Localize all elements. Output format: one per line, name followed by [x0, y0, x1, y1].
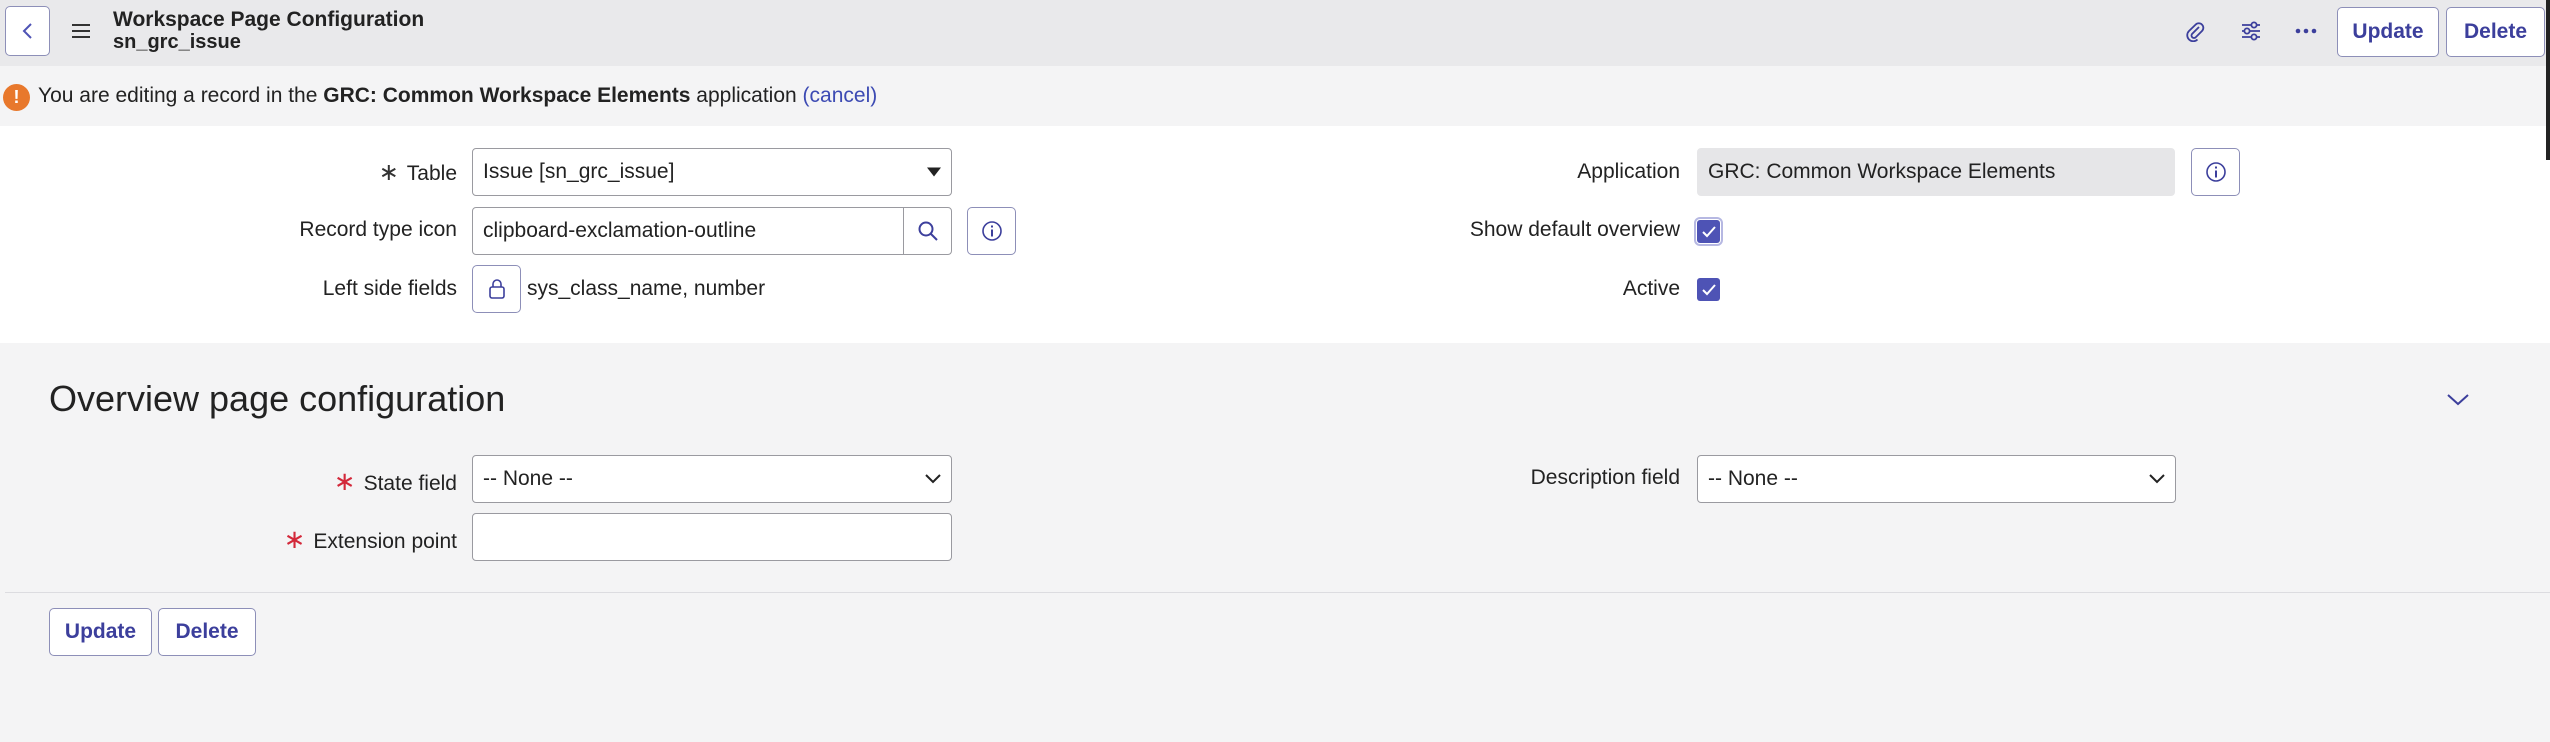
show-default-overview-checkbox[interactable]: [1694, 217, 1723, 246]
application-info-button[interactable]: [2191, 148, 2240, 196]
hamburger-menu-icon[interactable]: [70, 20, 92, 42]
table-label: ∗ Table: [378, 159, 457, 186]
required-asterisk-icon: ∗: [283, 524, 306, 554]
chevron-left-icon: [22, 23, 32, 39]
paperclip-icon[interactable]: [2180, 16, 2210, 46]
table-select[interactable]: Issue [sn_grc_issue]: [472, 148, 952, 196]
dropdown-caret-icon: [927, 167, 941, 177]
section-divider: [5, 592, 2550, 593]
left-side-fields-label: Left side fields: [322, 277, 457, 300]
description-field-select[interactable]: -- None --: [1697, 455, 2176, 503]
chevron-down-icon: [2149, 474, 2165, 484]
update-button-header[interactable]: Update: [2337, 7, 2439, 57]
chevron-down-icon: [925, 474, 941, 484]
unlock-field-button[interactable]: [472, 265, 521, 313]
required-asterisk-icon: ∗: [378, 159, 399, 186]
extension-point-input[interactable]: [472, 513, 952, 561]
page-title: Workspace Page Configuration: [113, 8, 425, 31]
state-field-select[interactable]: -- None --: [472, 455, 952, 503]
page-subtitle: sn_grc_issue: [113, 31, 241, 53]
lock-icon: [488, 279, 505, 299]
delete-button-footer[interactable]: Delete: [158, 608, 256, 656]
show-default-overview-label: Show default overview: [1469, 218, 1680, 241]
update-button-footer[interactable]: Update: [49, 608, 152, 656]
banner-app-name: GRC: Common Workspace Elements: [323, 84, 691, 107]
delete-button-header[interactable]: Delete: [2446, 7, 2545, 57]
description-field-label: Description field: [1530, 466, 1680, 489]
back-button[interactable]: [5, 6, 50, 56]
extension-point-label: ∗ Extension point: [283, 524, 457, 554]
cancel-link[interactable]: (cancel): [803, 84, 878, 107]
state-field-label: ∗ State field: [333, 466, 457, 496]
record-type-icon-label: Record type icon: [299, 218, 457, 241]
application-label: Application: [1577, 160, 1680, 183]
application-field: GRC: Common Workspace Elements: [1697, 148, 2175, 196]
record-type-info-button[interactable]: [967, 207, 1016, 255]
left-side-fields-value: sys_class_name, number: [527, 277, 766, 300]
header-bar: Workspace Page Configuration sn_grc_issu…: [0, 0, 2550, 66]
more-options-icon[interactable]: [2291, 16, 2321, 46]
active-label: Active: [1622, 277, 1680, 300]
settings-sliders-icon[interactable]: [2236, 16, 2266, 46]
warning-icon: !: [3, 84, 30, 111]
active-checkbox[interactable]: [1697, 278, 1720, 301]
checkmark-icon: [1701, 225, 1716, 237]
info-icon: [981, 221, 1002, 241]
scrollbar-thumb[interactable]: [2546, 0, 2550, 160]
search-icon: [918, 221, 938, 241]
required-asterisk-icon: ∗: [333, 466, 356, 496]
edit-banner: ! You are editing a record in the GRC: C…: [0, 66, 2550, 126]
search-button[interactable]: [903, 207, 952, 255]
info-icon: [2205, 162, 2226, 182]
record-type-icon-input[interactable]: clipboard-exclamation-outline: [472, 207, 904, 255]
checkmark-icon: [1701, 283, 1716, 295]
section-title: Overview page configuration: [49, 378, 506, 419]
collapse-chevron-icon[interactable]: [2445, 386, 2471, 412]
banner-message: You are editing a record in the GRC: Com…: [38, 84, 878, 107]
